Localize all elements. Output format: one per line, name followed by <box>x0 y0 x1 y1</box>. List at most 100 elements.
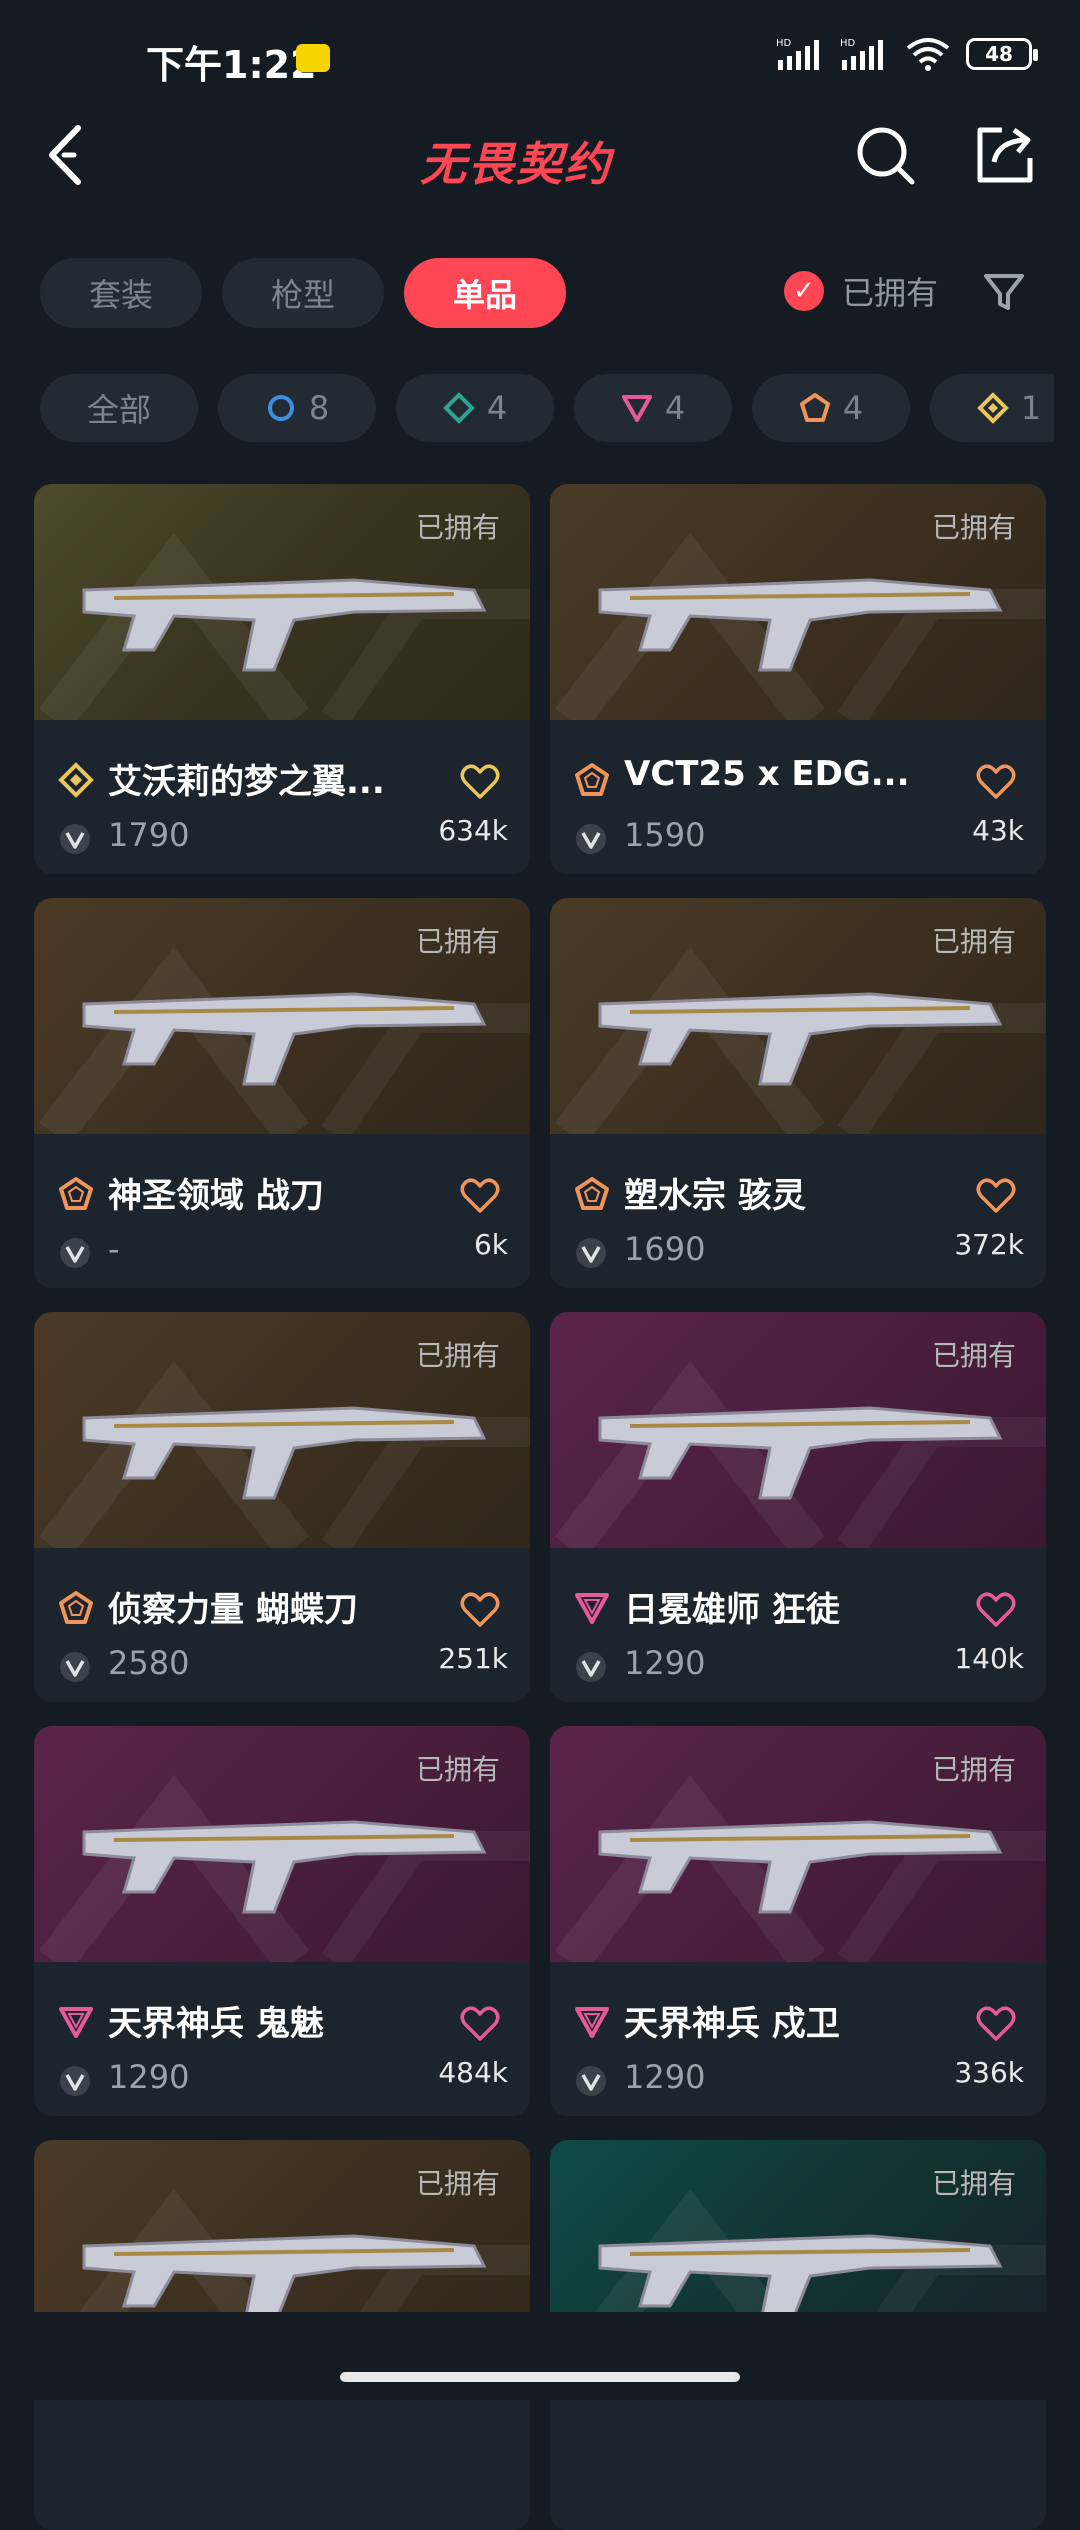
chip-all[interactable]: 全部 <box>40 374 198 442</box>
heart-icon[interactable] <box>976 1592 1016 1628</box>
filter-icon[interactable] <box>982 270 1026 314</box>
heart-icon[interactable] <box>976 1178 1016 1214</box>
chip-count: 4 <box>842 389 864 427</box>
like-count: 251k <box>438 1642 508 1675</box>
like-count: 634k <box>438 814 508 847</box>
card-info: 日冕雄师 狂徒 1290 140k <box>550 1548 1046 1702</box>
skin-card[interactable]: 已拥有 VCT25 x EDG... 1590 43k <box>550 484 1046 874</box>
card-image: 已拥有 <box>34 1312 530 1548</box>
owned-tag: 已拥有 <box>415 2167 500 2200</box>
skin-price: 1290 <box>624 1644 706 1682</box>
battery-icon: 48 <box>966 38 1038 70</box>
owned-tag: 已拥有 <box>415 925 500 958</box>
bottom-safe-area <box>0 2312 1080 2400</box>
svg-text:HD: HD <box>776 38 792 49</box>
checkmark-icon[interactable]: ✓ <box>784 271 824 311</box>
card-info: 艾沃莉的梦之翼... 1790 634k <box>34 720 530 874</box>
card-info: VCT25 x EDG... 1590 43k <box>550 720 1046 874</box>
svg-text:HD: HD <box>840 38 856 49</box>
skin-name: 侦察力量 蝴蝶刀 <box>108 1590 358 1630</box>
chip-exclusive-tier[interactable]: 4 <box>752 374 910 442</box>
owned-tag: 已拥有 <box>415 1339 500 1372</box>
wifi-icon <box>906 38 950 71</box>
card-info: 神圣领域 战刀 - 6k <box>34 1134 530 1288</box>
back-icon[interactable] <box>40 120 100 190</box>
skin-card[interactable]: 已拥有 天界神兵 鬼魅 1290 484k <box>34 1726 530 2116</box>
share-icon[interactable] <box>972 122 1038 188</box>
search-icon[interactable] <box>852 122 918 188</box>
battery-level: 48 <box>985 42 1013 66</box>
app-logo: 无畏契约 <box>420 137 612 191</box>
card-image: 已拥有 <box>550 484 1046 720</box>
card-info: 塑水宗 骇灵 1690 372k <box>550 1134 1046 1288</box>
signal-icon: HD <box>776 38 819 70</box>
owned-tag: 已拥有 <box>931 511 1016 544</box>
skin-name: 神圣领域 战刀 <box>108 1176 324 1216</box>
heart-icon[interactable] <box>976 2006 1016 2042</box>
skin-price: 2580 <box>108 1644 190 1682</box>
skin-price: 1590 <box>624 816 706 854</box>
skin-name: 塑水宗 骇灵 <box>624 1176 806 1216</box>
card-info: 天界神兵 戍卫 1290 336k <box>550 1962 1046 2116</box>
skin-card[interactable]: 已拥有 天界神兵 戍卫 1290 336k <box>550 1726 1046 2116</box>
card-info: 侦察力量 蝴蝶刀 2580 251k <box>34 1548 530 1702</box>
skin-card[interactable]: 已拥有 日冕雄师 狂徒 1290 140k <box>550 1312 1046 1702</box>
chip-deluxe-tier[interactable]: 4 <box>396 374 554 442</box>
signal-icon-2: HD <box>840 38 883 70</box>
diamond-teal-icon <box>442 392 475 424</box>
card-image: 已拥有 <box>34 484 530 720</box>
diamond-gold-icon <box>976 392 1009 424</box>
chip-count: 1 <box>1020 389 1042 427</box>
pentagon-orange-icon <box>799 393 830 422</box>
card-image: 已拥有 <box>550 1312 1046 1548</box>
home-indicator[interactable] <box>340 2372 740 2382</box>
ring-blue-icon <box>267 395 294 421</box>
skin-card[interactable]: 已拥有 神圣领域 战刀 - 6k <box>34 898 530 1288</box>
skin-grid: 已拥有 艾沃莉的梦之翼... 1790 634k 已拥有 VCT25 x EDG… <box>34 484 1046 2530</box>
chip-ultra-tier[interactable]: 1 <box>930 374 1054 442</box>
like-count: 336k <box>954 2056 1024 2089</box>
skin-price: 1290 <box>108 2058 190 2096</box>
chip-count: 8 <box>308 389 330 427</box>
heart-icon[interactable] <box>460 1592 500 1628</box>
owned-tag: 已拥有 <box>931 1339 1016 1372</box>
skin-price: 1790 <box>108 816 190 854</box>
vp-currency-icon <box>60 1238 90 1268</box>
heart-icon[interactable] <box>460 1178 500 1214</box>
chip-count: 4 <box>664 389 686 427</box>
status-time: 下午1:22 <box>146 43 317 87</box>
heart-icon[interactable] <box>460 764 500 800</box>
category-tabs: 套装 枪型 单品 <box>40 258 566 328</box>
status-app-badge <box>296 44 330 72</box>
rarity-gold-icon <box>58 762 94 798</box>
rarity-orange-icon <box>575 763 609 796</box>
skin-card[interactable]: 已拥有 艾沃莉的梦之翼... 1790 634k <box>34 484 530 874</box>
skin-name: VCT25 x EDG... <box>624 754 910 794</box>
rarity-orange-icon <box>575 1177 609 1210</box>
card-image: 已拥有 <box>550 1726 1046 1962</box>
skin-card[interactable]: 已拥有 侦察力量 蝴蝶刀 2580 251k <box>34 1312 530 1702</box>
chip-premium-tier[interactable]: 4 <box>574 374 732 442</box>
skin-price: 1290 <box>624 2058 706 2096</box>
vp-currency-icon <box>60 2066 90 2096</box>
owned-tag: 已拥有 <box>415 1753 500 1786</box>
chip-count: 4 <box>486 389 508 427</box>
vp-currency-icon <box>576 1652 606 1682</box>
tab-weapon-types[interactable]: 枪型 <box>222 258 384 328</box>
like-count: 6k <box>473 1228 508 1261</box>
status-icons: HD HD 48 <box>776 36 1038 72</box>
card-info: 天界神兵 鬼魅 1290 484k <box>34 1962 530 2116</box>
owned-filter[interactable]: ✓ 已拥有 <box>784 268 938 314</box>
skin-card[interactable]: 已拥有 塑水宗 骇灵 1690 372k <box>550 898 1046 1288</box>
chip-select-tier[interactable]: 8 <box>218 374 376 442</box>
heart-icon[interactable] <box>976 764 1016 800</box>
tab-bundles[interactable]: 套装 <box>40 258 202 328</box>
triangle-pink-icon <box>621 395 652 422</box>
rarity-pink-icon <box>59 2007 93 2038</box>
card-image: 已拥有 <box>34 898 530 1134</box>
card-image: 已拥有 <box>550 898 1046 1134</box>
tab-single-items[interactable]: 单品 <box>404 258 566 328</box>
rarity-filter-chips: 全部 8 4 4 4 1 <box>40 374 1054 444</box>
skin-name: 艾沃莉的梦之翼... <box>108 762 385 802</box>
heart-icon[interactable] <box>460 2006 500 2042</box>
